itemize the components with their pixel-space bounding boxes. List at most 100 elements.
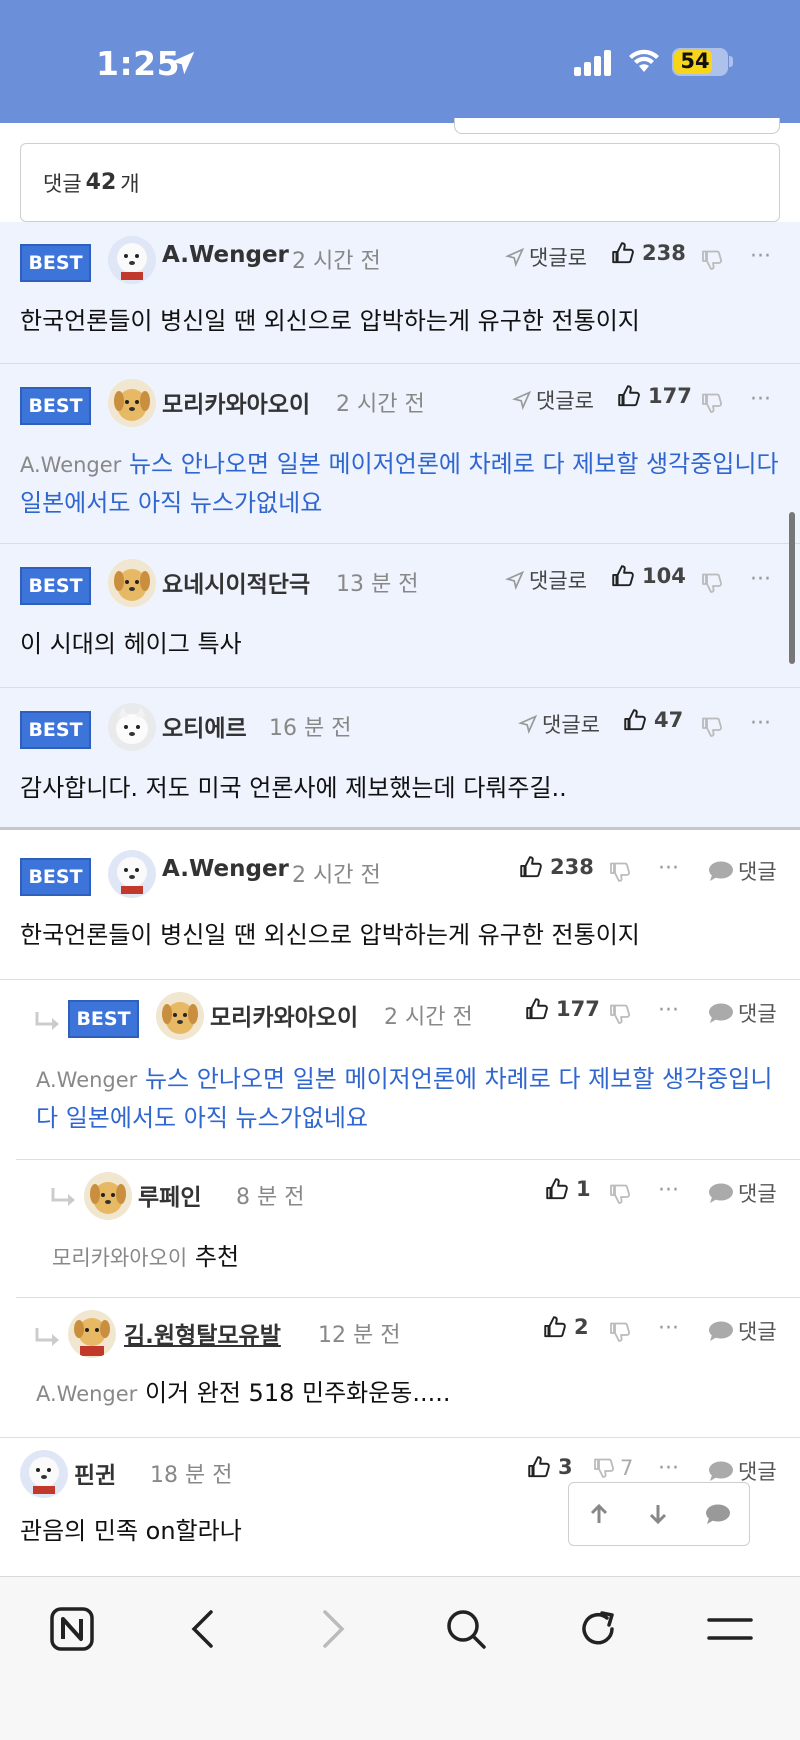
reply-link[interactable]: 댓글로 bbox=[512, 385, 594, 415]
thumbs-down-icon[interactable] bbox=[700, 391, 724, 415]
arrow-down-icon[interactable] bbox=[646, 1502, 670, 1526]
dislike-count: 7 bbox=[620, 1456, 634, 1480]
comment-author[interactable]: 핀귄 bbox=[74, 1456, 116, 1490]
comment-text: A.Wenger 뉴스 안나오면 일본 메이저언론에 차례로 다 제보할 생각중… bbox=[20, 445, 780, 522]
thumbs-down-icon[interactable] bbox=[700, 571, 724, 595]
comment-text-body: 추천 bbox=[194, 1243, 240, 1271]
more-options-icon[interactable]: ··· bbox=[750, 567, 771, 592]
comment-author[interactable]: 요네시이적단극 bbox=[162, 565, 310, 599]
avatar[interactable] bbox=[20, 1450, 68, 1498]
like-count: 104 bbox=[642, 564, 686, 588]
avatar[interactable] bbox=[156, 992, 204, 1040]
comment-text-body: 뉴스 안나오면 일본 메이저언론에 차례로 다 제보할 생각중입니다 일본에서도… bbox=[36, 1065, 773, 1132]
search-icon[interactable] bbox=[436, 1599, 496, 1659]
comment-author[interactable]: 모리카와아오이 bbox=[162, 385, 310, 419]
like-button[interactable]: 3 bbox=[526, 1454, 573, 1480]
best-badge: BEST bbox=[20, 244, 91, 282]
reply-button[interactable]: 댓글 bbox=[708, 1178, 777, 1208]
back-icon[interactable] bbox=[172, 1599, 232, 1659]
avatar[interactable] bbox=[108, 850, 156, 898]
reply-button[interactable]: 댓글 bbox=[708, 856, 777, 886]
comment-time: 12 분 전 bbox=[318, 1323, 401, 1348]
comment-time: 2 시간 전 bbox=[292, 863, 381, 888]
thumbs-down-icon[interactable] bbox=[608, 1182, 632, 1206]
like-button[interactable]: 104 bbox=[610, 563, 686, 589]
like-button[interactable]: 47 bbox=[622, 707, 683, 733]
reply-link-label: 댓글로 bbox=[536, 389, 594, 413]
thumbs-down-icon bbox=[594, 1458, 615, 1478]
speech-bubble-icon bbox=[709, 1321, 733, 1341]
more-options-icon[interactable]: ··· bbox=[750, 244, 771, 269]
thumbs-down-icon[interactable] bbox=[700, 248, 724, 272]
scroll-indicator[interactable] bbox=[789, 512, 795, 664]
thumbs-down-icon[interactable] bbox=[608, 860, 632, 884]
best-comments-panel: BEST A.Wenger 2 시간 전 댓글로 238 ··· 한국언론들이 … bbox=[0, 222, 800, 830]
reply-label: 댓글 bbox=[738, 1182, 777, 1206]
speech-bubble-icon bbox=[709, 1003, 733, 1023]
like-button[interactable]: 238 bbox=[518, 854, 594, 880]
comment-text: A.Wenger 이거 완전 518 민주화운동..... bbox=[36, 1374, 782, 1413]
more-options-icon[interactable]: ··· bbox=[658, 1456, 679, 1481]
reply-label: 댓글 bbox=[738, 1002, 777, 1026]
reply-label: 댓글 bbox=[738, 1320, 777, 1344]
best-badge: BEST bbox=[20, 858, 91, 896]
send-arrow-icon bbox=[512, 390, 532, 410]
reload-icon[interactable] bbox=[568, 1599, 628, 1659]
send-arrow-icon bbox=[505, 570, 525, 590]
thumbs-down-icon[interactable] bbox=[608, 1002, 632, 1026]
comment-author[interactable]: A.Wenger bbox=[162, 242, 289, 268]
avatar[interactable] bbox=[108, 703, 156, 751]
more-options-icon[interactable]: ··· bbox=[750, 711, 771, 736]
reply-link[interactable]: 댓글로 bbox=[518, 709, 600, 739]
reply-comment-item: 루페인 8 분 전 1 ··· 댓글 모리카와아오이 추천 bbox=[0, 1160, 800, 1298]
more-options-icon[interactable]: ··· bbox=[750, 387, 771, 412]
naver-home-icon[interactable] bbox=[42, 1599, 102, 1659]
reply-arrow-icon bbox=[51, 1188, 75, 1206]
mention[interactable]: A.Wenger bbox=[36, 1382, 137, 1406]
comment-author[interactable]: A.Wenger bbox=[162, 856, 289, 882]
more-options-icon[interactable]: ··· bbox=[658, 998, 679, 1023]
thumbs-down-icon[interactable] bbox=[608, 1320, 632, 1344]
avatar[interactable] bbox=[108, 379, 156, 427]
like-count: 177 bbox=[556, 997, 600, 1021]
menu-icon[interactable] bbox=[700, 1599, 760, 1659]
avatar[interactable] bbox=[108, 559, 156, 607]
more-options-icon[interactable]: ··· bbox=[658, 856, 679, 881]
like-button[interactable]: 177 bbox=[616, 383, 692, 409]
reply-link[interactable]: 댓글로 bbox=[505, 242, 587, 272]
dislike-button[interactable]: 7 bbox=[592, 1456, 633, 1480]
arrow-up-icon[interactable] bbox=[587, 1502, 611, 1526]
avatar[interactable] bbox=[108, 236, 156, 284]
comment-author[interactable]: 루페인 bbox=[138, 1178, 201, 1212]
thumbs-up-icon bbox=[526, 998, 548, 1020]
battery-level: 54 bbox=[680, 49, 710, 73]
comment-author[interactable]: 김.원형탈모유발 bbox=[124, 1316, 281, 1350]
forward-icon[interactable] bbox=[304, 1599, 364, 1659]
mention[interactable]: 모리카와아오이 bbox=[52, 1246, 187, 1270]
like-button[interactable]: 1 bbox=[544, 1176, 591, 1202]
like-button[interactable]: 177 bbox=[524, 996, 600, 1022]
like-count: 238 bbox=[550, 855, 594, 879]
browser-toolbar bbox=[0, 1576, 800, 1740]
comment-time: 2 시간 전 bbox=[292, 249, 381, 274]
reply-arrow-icon bbox=[35, 1012, 59, 1030]
like-button[interactable]: 238 bbox=[610, 240, 686, 266]
battery-icon: 54 bbox=[672, 48, 728, 76]
comment-author[interactable]: 모리카와아오이 bbox=[210, 998, 358, 1032]
speech-bubble-icon[interactable] bbox=[705, 1503, 731, 1525]
reply-button[interactable]: 댓글 bbox=[708, 998, 777, 1028]
thumbs-down-icon[interactable] bbox=[700, 715, 724, 739]
more-options-icon[interactable]: ··· bbox=[658, 1178, 679, 1203]
like-button[interactable]: 2 bbox=[542, 1314, 589, 1340]
avatar[interactable] bbox=[84, 1172, 132, 1220]
mention[interactable]: A.Wenger bbox=[20, 453, 121, 477]
thumbs-up-icon bbox=[546, 1178, 568, 1200]
more-options-icon[interactable]: ··· bbox=[658, 1316, 679, 1341]
comment-author[interactable]: 오티에르 bbox=[162, 709, 247, 743]
mention[interactable]: A.Wenger bbox=[36, 1068, 137, 1092]
avatar[interactable] bbox=[68, 1310, 116, 1358]
comment-time: 16 분 전 bbox=[269, 716, 352, 741]
reply-button[interactable]: 댓글 bbox=[708, 1316, 777, 1346]
reply-link[interactable]: 댓글로 bbox=[505, 565, 587, 595]
comment-text-body: 이거 완전 518 민주화운동..... bbox=[144, 1379, 451, 1407]
